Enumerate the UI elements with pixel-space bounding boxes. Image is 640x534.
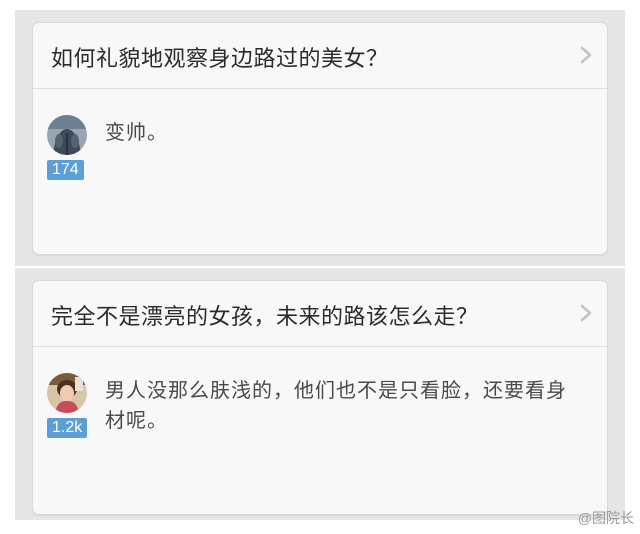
answer-text: 男人没那么肤浅的，他们也不是只看脸，还要看身材呢。 [105, 378, 567, 432]
chevron-right-icon[interactable] [579, 303, 593, 323]
card-frame-2: 完全不是漂亮的女孩，未来的路该怎么走？ 1.2k 男人没那么肤浅的，他们也不是只… [15, 268, 625, 520]
watermark: @图院长 [577, 510, 634, 526]
avatar[interactable] [47, 115, 87, 155]
answer-text: 变帅。 [105, 120, 168, 144]
avatar[interactable] [47, 373, 87, 413]
question-card-2[interactable]: 完全不是漂亮的女孩，未来的路该怎么走？ 1.2k 男人没那么肤浅的，他们也不是只… [32, 280, 608, 515]
card-frame-1: 如何礼貌地观察身边路过的美女？ 174 变帅。 [15, 10, 625, 266]
vote-count-badge[interactable]: 174 [47, 160, 84, 180]
question-card-1[interactable]: 如何礼貌地观察身边路过的美女？ 174 变帅。 [32, 22, 608, 255]
chevron-right-icon[interactable] [579, 45, 593, 65]
question-row-2[interactable]: 完全不是漂亮的女孩，未来的路该怎么走？ [33, 281, 607, 347]
avatar-image [47, 115, 87, 155]
question-row-1[interactable]: 如何礼貌地观察身边路过的美女？ [33, 23, 607, 89]
vote-count-badge[interactable]: 1.2k [47, 418, 88, 438]
question-title[interactable]: 如何礼貌地观察身边路过的美女？ [51, 41, 389, 73]
avatar-image [47, 373, 87, 413]
question-title[interactable]: 完全不是漂亮的女孩，未来的路该怎么走？ [51, 299, 479, 331]
